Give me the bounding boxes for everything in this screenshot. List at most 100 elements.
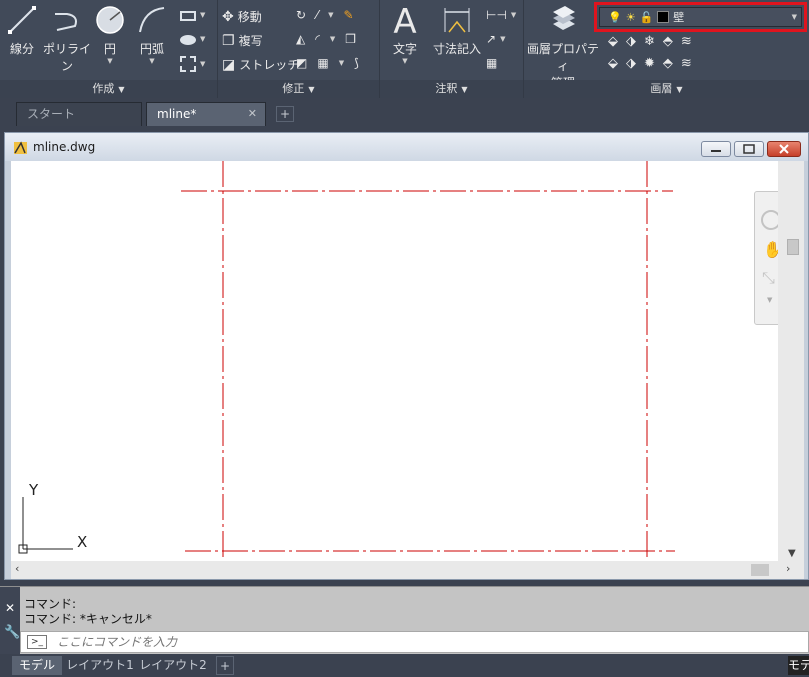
modify-row-3: ◩ ▦ ▼ ⟆ — [296, 56, 359, 70]
layer-current-icon[interactable]: ⬙ — [608, 56, 618, 71]
rectangle-dropdown-icon[interactable]: ▼ — [200, 11, 205, 19]
annotation-panel-title[interactable]: 注釈 ▼ — [380, 80, 523, 98]
layer-off-icon[interactable]: ⬙ — [608, 34, 618, 49]
scale-icon[interactable]: ◩ — [296, 56, 307, 70]
layer-merge-icon[interactable]: ≋ — [681, 56, 692, 71]
horizontal-scrollbar[interactable]: ‹ › — [11, 561, 804, 579]
tab-layout1[interactable]: レイアウト1 — [66, 656, 134, 675]
command-history-line-1: コマンド: — [24, 597, 77, 611]
hatch-button[interactable]: ▼ — [180, 32, 205, 45]
drawing-svg: Y X — [18, 161, 675, 561]
pan-icon[interactable]: ✋ — [763, 240, 778, 259]
add-layout-button[interactable]: + — [216, 656, 234, 675]
rectangle-button[interactable]: ▼ — [180, 8, 205, 21]
scroll-down-icon[interactable]: ▼ — [788, 548, 796, 559]
array-icon[interactable]: ▦ — [317, 56, 328, 70]
layer-thaw-icon[interactable]: ✹ — [644, 56, 655, 71]
layer-properties-button[interactable]: 画層プロパティ 管理 — [526, 4, 600, 91]
layers-panel-title[interactable]: 画層 ▼ — [524, 80, 809, 98]
rectangle-icon — [180, 11, 196, 21]
polyline-button[interactable]: ポリライン — [42, 4, 92, 74]
steering-wheel-icon[interactable] — [761, 210, 778, 230]
layer-dropdown-highlight: 💡 ☀ 🔓 壁 ▼ — [594, 2, 807, 32]
table-button[interactable]: ▦ — [486, 56, 497, 70]
move-button[interactable]: ✥ 移動 — [222, 8, 262, 25]
hatch-dropdown-icon[interactable]: ▼ — [200, 35, 205, 43]
layer-match-icon[interactable]: ≋ — [681, 34, 692, 49]
navbar-menu-icon[interactable]: ▼ — [767, 296, 772, 304]
command-close-icon[interactable]: ✕ — [5, 601, 15, 615]
mirror-icon[interactable]: ◭ — [296, 32, 305, 46]
dimension-button[interactable]: 寸法記入 — [430, 4, 484, 57]
array-dropdown-icon[interactable]: ▼ — [339, 59, 344, 67]
vertical-scrollbar[interactable]: ▼ — [778, 161, 804, 561]
fillet-icon[interactable]: ◜ — [315, 32, 320, 46]
text-button[interactable]: A 文字 ▼ — [388, 4, 422, 65]
circle-button[interactable]: 円 ▼ — [94, 4, 126, 65]
command-history-line-2: コマンド: *キャンセル* — [24, 612, 152, 626]
leader-dropdown-icon[interactable]: ▼ — [500, 35, 505, 43]
modify-panel-title[interactable]: 修正 ▼ — [218, 80, 379, 98]
linear-dim-dropdown-icon[interactable]: ▼ — [511, 11, 516, 19]
ribbon: 線分 ポリライン 円 ▼ 円弧 ▼ ▼ ▼ ▼ 作成 ▼ ✥ 移動 ❐ 複写 ◪ ストレ… — [0, 0, 809, 98]
arc-button[interactable]: 円弧 ▼ — [134, 4, 170, 65]
linear-dim-button[interactable]: ⊢⊣ ▼ — [486, 8, 516, 22]
layer-unlock-icon[interactable]: ⬘ — [663, 56, 673, 71]
scroll-right-icon[interactable]: › — [786, 562, 790, 575]
close-button[interactable] — [767, 141, 801, 157]
ucs-y-label: Y — [28, 481, 39, 499]
trim-icon[interactable]: ⁄ — [316, 8, 318, 22]
layer-freeze-icon[interactable]: ❄ — [644, 34, 655, 49]
vertical-scroll-thumb[interactable] — [787, 239, 799, 255]
model-space-status[interactable]: モデ — [788, 656, 809, 675]
erase-icon[interactable]: ✎ — [343, 8, 353, 22]
command-input[interactable] — [57, 633, 757, 651]
layer-isolate-icon[interactable]: ⬗ — [626, 34, 636, 49]
scroll-left-icon[interactable]: ‹ — [15, 562, 19, 575]
maximize-button[interactable] — [734, 141, 764, 157]
tab-layout2[interactable]: レイアウト2 — [138, 656, 208, 675]
command-history: コマンド: コマンド: *キャンセル* — [24, 597, 152, 627]
layer-dropdown[interactable]: 💡 ☀ 🔓 壁 ▼ — [599, 7, 802, 27]
offset-icon[interactable]: ⟆ — [354, 56, 359, 70]
arc-dropdown-icon[interactable]: ▼ — [134, 57, 170, 65]
zoom-extents-icon[interactable]: ⤡ — [762, 268, 775, 288]
command-line: ✕ 🔧 コマンド: コマンド: *キャンセル* >_ — [0, 586, 809, 655]
region-dropdown-icon[interactable]: ▼ — [200, 60, 205, 68]
command-customize-icon[interactable]: 🔧 — [4, 625, 20, 640]
copy-button[interactable]: ❐ 複写 — [222, 32, 263, 49]
rotate-icon[interactable]: ↻ — [296, 8, 306, 22]
tab-model[interactable]: モデル — [12, 656, 62, 675]
drawing-window: mline.dwg Y X ✕ ✋ ⤡ ▼ — [4, 132, 809, 580]
explode-icon[interactable]: ❒ — [345, 32, 356, 46]
new-tab-button[interactable]: + — [276, 106, 294, 122]
circle-dropdown-icon[interactable]: ▼ — [94, 57, 126, 65]
text-dropdown-icon[interactable]: ▼ — [388, 57, 422, 65]
region-button[interactable]: ▼ — [180, 56, 205, 72]
tab-mline[interactable]: mline* ✕ — [146, 102, 266, 126]
layer-properties-icon — [553, 6, 575, 30]
layer-dropdown-arrow-icon[interactable]: ▼ — [792, 13, 797, 21]
layer-lock-icon[interactable]: ⬘ — [663, 34, 673, 49]
tab-start[interactable]: スタート — [16, 102, 142, 126]
drawing-canvas[interactable]: Y X ✕ ✋ ⤡ ▼ — [11, 161, 778, 561]
sun-icon: ☀ — [625, 10, 636, 24]
copy-label: 複写 — [238, 34, 263, 48]
modify-row-1: ↻ ⁄ ▼ ✎ — [296, 8, 354, 22]
trim-dropdown-icon[interactable]: ▼ — [328, 11, 333, 19]
minimize-button[interactable] — [701, 141, 731, 157]
close-tab-icon[interactable]: ✕ — [248, 103, 257, 125]
draw-panel-title[interactable]: 作成 ▼ — [0, 80, 217, 98]
leader-button[interactable]: ↗ ▼ — [486, 32, 505, 46]
ucs-icon: Y X — [18, 481, 87, 554]
fillet-dropdown-icon[interactable]: ▼ — [330, 35, 335, 43]
layer-walk-icon[interactable]: ⬗ — [626, 56, 636, 71]
command-side-bar: ✕ 🔧 — [0, 587, 20, 655]
line-button[interactable]: 線分 — [4, 4, 40, 57]
line-label: 線分 — [9, 42, 34, 56]
horizontal-scroll-thumb[interactable] — [751, 564, 769, 576]
layer-tools-row-2: ⬙ ⬗ ✹ ⬘ ≋ — [608, 56, 692, 71]
stretch-button[interactable]: ◪ ストレッチ — [222, 56, 299, 73]
command-prompt-icon[interactable]: >_ — [27, 635, 47, 649]
annotation-panel: A 文字 ▼ 寸法記入 ⊢⊣ ▼ ↗ ▼ ▦ 注釈 ▼ — [380, 0, 524, 98]
